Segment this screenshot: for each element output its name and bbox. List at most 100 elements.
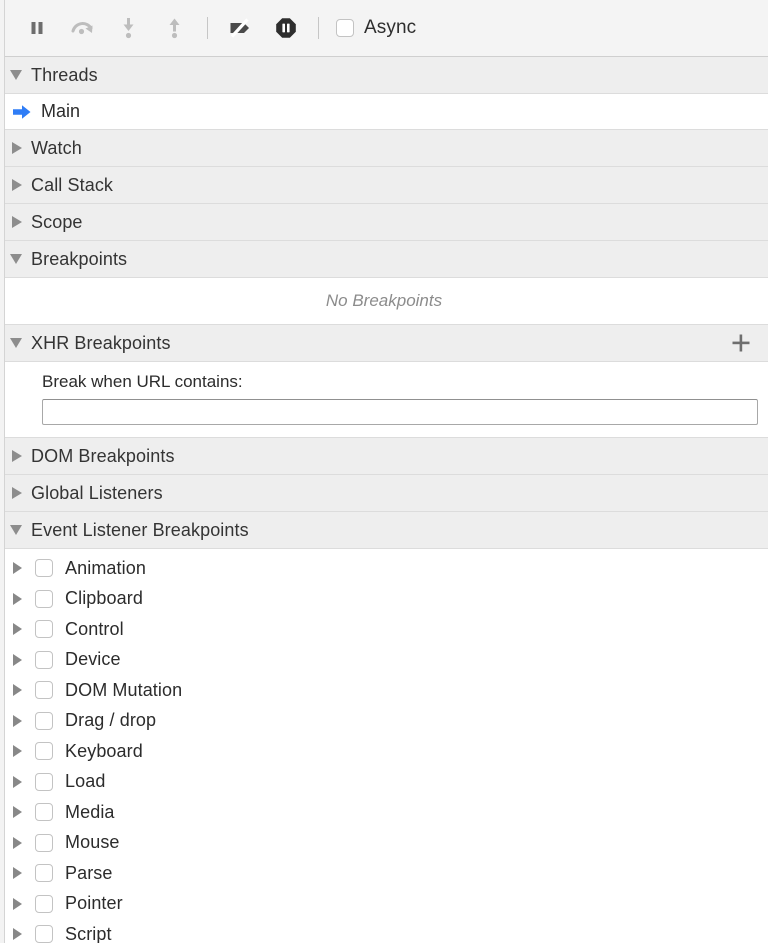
section-header-watch[interactable]: Watch: [0, 130, 768, 167]
event-category-checkbox[interactable]: [35, 925, 53, 943]
event-category-label: Parse: [65, 863, 113, 884]
step-into-icon: [118, 16, 140, 40]
pause-resume-button[interactable]: [14, 8, 60, 48]
chevron-right-icon[interactable]: [13, 776, 22, 788]
chevron-right-icon[interactable]: [13, 745, 22, 757]
event-category-checkbox[interactable]: [35, 651, 53, 669]
breakpoint-slash-icon: [227, 16, 253, 40]
event-category-label: Mouse: [65, 832, 120, 853]
event-category-row[interactable]: Clipboard: [0, 584, 768, 615]
event-category-row[interactable]: Animation: [0, 553, 768, 584]
event-category-checkbox[interactable]: [35, 590, 53, 608]
event-listener-category-list: Animation Clipboard Control Device DOM M…: [0, 549, 768, 943]
thread-row-main[interactable]: Main: [0, 94, 768, 130]
event-category-checkbox[interactable]: [35, 803, 53, 821]
section-header-threads[interactable]: Threads: [0, 57, 768, 94]
section-title-call-stack: Call Stack: [31, 175, 113, 196]
xhr-breakpoint-form: Break when URL contains:: [0, 362, 768, 438]
event-category-row[interactable]: Mouse: [0, 828, 768, 859]
event-category-row[interactable]: Script: [0, 919, 768, 943]
event-category-row[interactable]: Load: [0, 767, 768, 798]
breakpoints-empty-message: No Breakpoints: [0, 278, 768, 325]
debugger-sidebar-panel: Async Threads Main Watch Call Stack Scop…: [0, 0, 768, 943]
chevron-right-icon: [12, 487, 22, 499]
event-category-label: Media: [65, 802, 115, 823]
event-category-row[interactable]: Pointer: [0, 889, 768, 920]
add-xhr-breakpoint-button[interactable]: [728, 330, 754, 356]
chevron-right-icon[interactable]: [13, 623, 22, 635]
xhr-url-input[interactable]: [42, 399, 758, 425]
chevron-right-icon[interactable]: [13, 837, 22, 849]
event-category-label: Device: [65, 649, 121, 670]
event-category-checkbox[interactable]: [35, 742, 53, 760]
event-category-row[interactable]: Parse: [0, 858, 768, 889]
event-category-row[interactable]: Media: [0, 797, 768, 828]
pause-octagon-icon: [274, 16, 298, 40]
panel-left-edge: [0, 0, 5, 943]
section-header-event-listener-breakpoints[interactable]: Event Listener Breakpoints: [0, 512, 768, 549]
chevron-right-icon[interactable]: [13, 898, 22, 910]
chevron-right-icon[interactable]: [13, 684, 22, 696]
event-category-row[interactable]: Drag / drop: [0, 706, 768, 737]
section-title-dom-breakpoints: DOM Breakpoints: [31, 446, 175, 467]
chevron-right-icon[interactable]: [13, 715, 22, 727]
event-category-checkbox[interactable]: [35, 620, 53, 638]
debugger-toolbar: Async: [0, 0, 768, 57]
chevron-right-icon[interactable]: [13, 593, 22, 605]
section-title-watch: Watch: [31, 138, 82, 159]
step-out-button[interactable]: [152, 8, 198, 48]
async-label: Async: [364, 17, 416, 39]
event-category-checkbox[interactable]: [35, 834, 53, 852]
step-over-button[interactable]: [60, 8, 106, 48]
deactivate-breakpoints-button[interactable]: [217, 8, 263, 48]
chevron-right-icon[interactable]: [13, 806, 22, 818]
section-header-xhr-breakpoints[interactable]: XHR Breakpoints: [0, 325, 768, 362]
event-category-label: Script: [65, 924, 112, 943]
async-toggle[interactable]: Async: [336, 17, 416, 39]
chevron-right-icon: [12, 179, 22, 191]
active-thread-arrow-icon: [12, 104, 32, 120]
chevron-right-icon[interactable]: [13, 867, 22, 879]
event-category-checkbox[interactable]: [35, 895, 53, 913]
chevron-right-icon: [12, 216, 22, 228]
event-category-checkbox[interactable]: [35, 773, 53, 791]
step-into-button[interactable]: [106, 8, 152, 48]
section-header-breakpoints[interactable]: Breakpoints: [0, 241, 768, 278]
step-out-icon: [164, 16, 186, 40]
plus-icon: [730, 332, 752, 354]
event-category-row[interactable]: DOM Mutation: [0, 675, 768, 706]
section-title-scope: Scope: [31, 212, 83, 233]
event-category-checkbox[interactable]: [35, 681, 53, 699]
toolbar-separator: [207, 17, 208, 39]
event-category-row[interactable]: Control: [0, 614, 768, 645]
section-header-scope[interactable]: Scope: [0, 204, 768, 241]
event-category-label: Clipboard: [65, 588, 143, 609]
section-title-event-listener-breakpoints: Event Listener Breakpoints: [31, 520, 249, 541]
chevron-down-icon: [10, 70, 22, 80]
chevron-right-icon[interactable]: [13, 654, 22, 666]
async-checkbox[interactable]: [336, 19, 354, 37]
chevron-right-icon[interactable]: [13, 562, 22, 574]
section-header-call-stack[interactable]: Call Stack: [0, 167, 768, 204]
section-title-xhr-breakpoints: XHR Breakpoints: [31, 333, 171, 354]
event-category-checkbox[interactable]: [35, 712, 53, 730]
section-title-global-listeners: Global Listeners: [31, 483, 163, 504]
event-category-checkbox[interactable]: [35, 864, 53, 882]
section-title-breakpoints: Breakpoints: [31, 249, 127, 270]
event-category-label: Animation: [65, 558, 146, 579]
section-header-global-listeners[interactable]: Global Listeners: [0, 475, 768, 512]
chevron-down-icon: [10, 254, 22, 264]
pause-on-exceptions-button[interactable]: [263, 8, 309, 48]
event-category-label: DOM Mutation: [65, 680, 182, 701]
event-category-checkbox[interactable]: [35, 559, 53, 577]
chevron-down-icon: [10, 525, 22, 535]
section-header-dom-breakpoints[interactable]: DOM Breakpoints: [0, 438, 768, 475]
event-category-row[interactable]: Device: [0, 645, 768, 676]
chevron-right-icon[interactable]: [13, 928, 22, 940]
event-category-label: Keyboard: [65, 741, 143, 762]
event-category-label: Load: [65, 771, 105, 792]
chevron-right-icon: [12, 142, 22, 154]
toolbar-separator: [318, 17, 319, 39]
event-category-row[interactable]: Keyboard: [0, 736, 768, 767]
chevron-right-icon: [12, 450, 22, 462]
